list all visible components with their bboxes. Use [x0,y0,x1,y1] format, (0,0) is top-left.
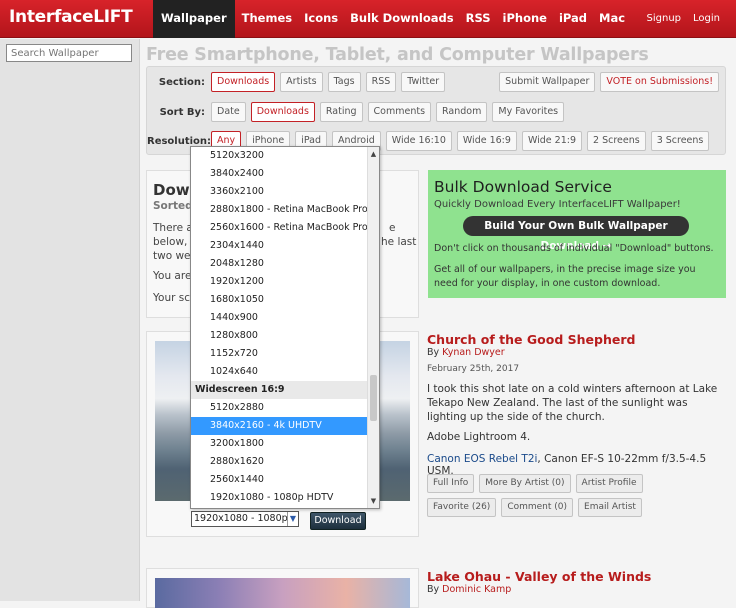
vote-submissions-button[interactable]: VOTE on Submissions! [600,72,719,92]
section-right-buttons: Submit Wallpaper VOTE on Submissions! [494,72,719,92]
comment-button[interactable]: Comment (0) [501,498,574,517]
wallpaper-description: I took this shot late on a cold winters … [427,383,718,423]
dropdown-option[interactable]: 1680x1050 [191,291,368,309]
sort-label: Sort By: [159,106,205,118]
sort-date[interactable]: Date [211,102,246,122]
wallpaper-actions-row-2: Favorite (26) Comment (0) Email Artist [427,498,647,517]
intro-subtitle: Sorted [153,200,193,212]
res-wide-21-9[interactable]: Wide 21:9 [521,131,582,151]
build-bulk-download-button[interactable]: Build Your Own Bulk Wallpaper Download → [463,216,689,252]
scroll-down-icon[interactable]: ▼ [368,496,379,506]
wallpaper-software: Adobe Lightroom 4. [427,431,531,443]
wallpaper-title[interactable]: Lake Ohau - Valley of the Winds [427,569,651,584]
sort-comments[interactable]: Comments [367,102,432,122]
section-tags[interactable]: Tags [327,72,361,92]
sort-my-favorites[interactable]: My Favorites [492,102,565,122]
full-info-button[interactable]: Full Info [427,474,475,493]
resolution-label: Resolution: [147,135,212,147]
download-button[interactable]: Download [310,512,366,530]
wallpaper-byline: By Kynan Dwyer [427,347,505,358]
dropdown-option[interactable]: 3200x1800 [191,435,368,453]
dropdown-option[interactable]: 1152x720 [191,345,368,363]
top-nav-bar: InterfaceLIFT Wallpaper Themes Icons Bul… [0,0,736,38]
res-2-screens[interactable]: 2 Screens [587,131,646,151]
dropdown-option[interactable]: 1920x1200 [191,273,368,291]
res-wide-16-9[interactable]: Wide 16:9 [456,131,517,151]
resolution-dropdown-list[interactable]: 5120x3200 3840x2400 3360x2100 2880x1800 - R… [190,146,380,509]
dropdown-options: 5120x3200 3840x2400 3360x2100 2880x1800 - R… [191,147,379,507]
dropdown-option[interactable]: 3840x2400 [191,165,368,183]
nav-wallpaper[interactable]: Wallpaper [153,0,235,38]
sort-random[interactable]: Random [436,102,488,122]
dropdown-option[interactable]: 5120x3200 [191,147,368,165]
signup-link[interactable]: Signup [647,0,682,38]
dropdown-option[interactable]: 2880x1800 - Retina MacBook Pro 15 [191,201,379,219]
sort-downloads[interactable]: Downloads [250,102,315,122]
nav-bulk-downloads[interactable]: Bulk Downloads [344,0,459,38]
dropdown-option[interactable]: 2560x1600 - Retina MacBook Pro 13 [191,219,379,237]
dropdown-option[interactable]: 1280x800 [191,327,368,345]
artist-profile-button[interactable]: Artist Profile [575,474,643,493]
scroll-up-icon[interactable]: ▲ [368,149,379,159]
site-logo[interactable]: InterfaceLIFT [9,7,133,27]
dropdown-option[interactable]: 1024x640 [191,363,368,381]
nav-ipad[interactable]: iPad [553,0,593,38]
resolution-select[interactable]: 1920x1080 - 1080p H ▼ [191,511,299,527]
wallpaper-title[interactable]: Church of the Good Shepherd [427,332,635,347]
promo-title: Bulk Download Service [434,178,612,196]
nav-iphone[interactable]: iPhone [497,0,553,38]
section-row: Section: Downloads Artists Tags RSS Twit… [147,71,450,93]
dropdown-option[interactable]: 3840x2160 - 4k UHDTV [191,417,368,435]
dropdown-option[interactable]: 2560x1440 [191,471,368,489]
author-link[interactable]: Kynan Dwyer [442,347,505,358]
filter-panel: Section: Downloads Artists Tags RSS Twit… [146,66,726,155]
camera-link[interactable]: Canon EOS Rebel T2i [427,453,537,465]
dropdown-group-label: Widescreen 16:9 [191,381,368,399]
main-nav: Wallpaper Themes Icons Bulk Downloads RS… [153,0,631,38]
scrollbar-thumb[interactable] [370,375,377,421]
dropdown-option[interactable]: 3360x2100 [191,183,368,201]
bulk-download-promo: Bulk Download Service Quickly Download E… [428,170,726,298]
more-by-artist-button[interactable]: More By Artist (0) [479,474,571,493]
promo-text-1: Don't click on thousands of individual "… [434,243,714,254]
promo-text-2: Get all of our wallpapers, in the precis… [434,264,696,289]
wallpaper-date: February 25th, 2017 [427,364,520,374]
dropdown-option[interactable]: 5120x2880 [191,399,368,417]
wallpaper-thumbnail[interactable] [155,578,410,608]
dropdown-option[interactable]: 2304x1440 [191,237,368,255]
dropdown-option[interactable]: 1920x1080 - 1080p HDTV [191,489,368,507]
sort-row: Sort By: Date Downloads Rating Comments … [147,101,569,123]
nav-rss[interactable]: RSS [460,0,497,38]
favorite-button[interactable]: Favorite (26) [427,498,497,517]
nav-icons[interactable]: Icons [298,0,344,38]
submit-wallpaper-button[interactable]: Submit Wallpaper [499,72,596,92]
section-twitter[interactable]: Twitter [401,72,446,92]
dropdown-option[interactable]: 1440x900 [191,309,368,327]
dropdown-option[interactable]: 2048x1280 [191,255,368,273]
section-label: Section: [158,76,205,88]
dropdown-option[interactable]: 2880x1620 [191,453,368,471]
login-link[interactable]: Login [693,0,720,38]
section-rss[interactable]: RSS [365,72,397,92]
res-3-screens[interactable]: 3 Screens [650,131,710,151]
section-downloads[interactable]: Downloads [211,72,276,92]
auth-links: Signup Login [635,0,720,38]
promo-subtitle: Quickly Download Every InterfaceLIFT Wal… [434,199,681,210]
left-sidebar [0,39,140,601]
dropdown-scrollbar[interactable]: ▲ ▼ [367,147,379,508]
nav-mac[interactable]: Mac [593,0,631,38]
page-title: Free Smartphone, Tablet, and Computer Wa… [146,45,649,65]
wallpaper-actions-row-1: Full Info More By Artist (0) Artist Prof… [427,474,648,493]
author-link[interactable]: Dominic Kamp [442,584,511,595]
nav-themes[interactable]: Themes [236,0,298,38]
sort-rating[interactable]: Rating [319,102,363,122]
wallpaper-byline: By Dominic Kamp [427,584,512,595]
email-artist-button[interactable]: Email Artist [578,498,642,517]
chevron-down-icon[interactable]: ▼ [287,512,298,526]
res-wide-16-10[interactable]: Wide 16:10 [385,131,452,151]
resolution-select-value: 1920x1080 - 1080p H [194,513,298,524]
section-artists[interactable]: Artists [280,72,323,92]
search-input[interactable] [6,44,132,62]
